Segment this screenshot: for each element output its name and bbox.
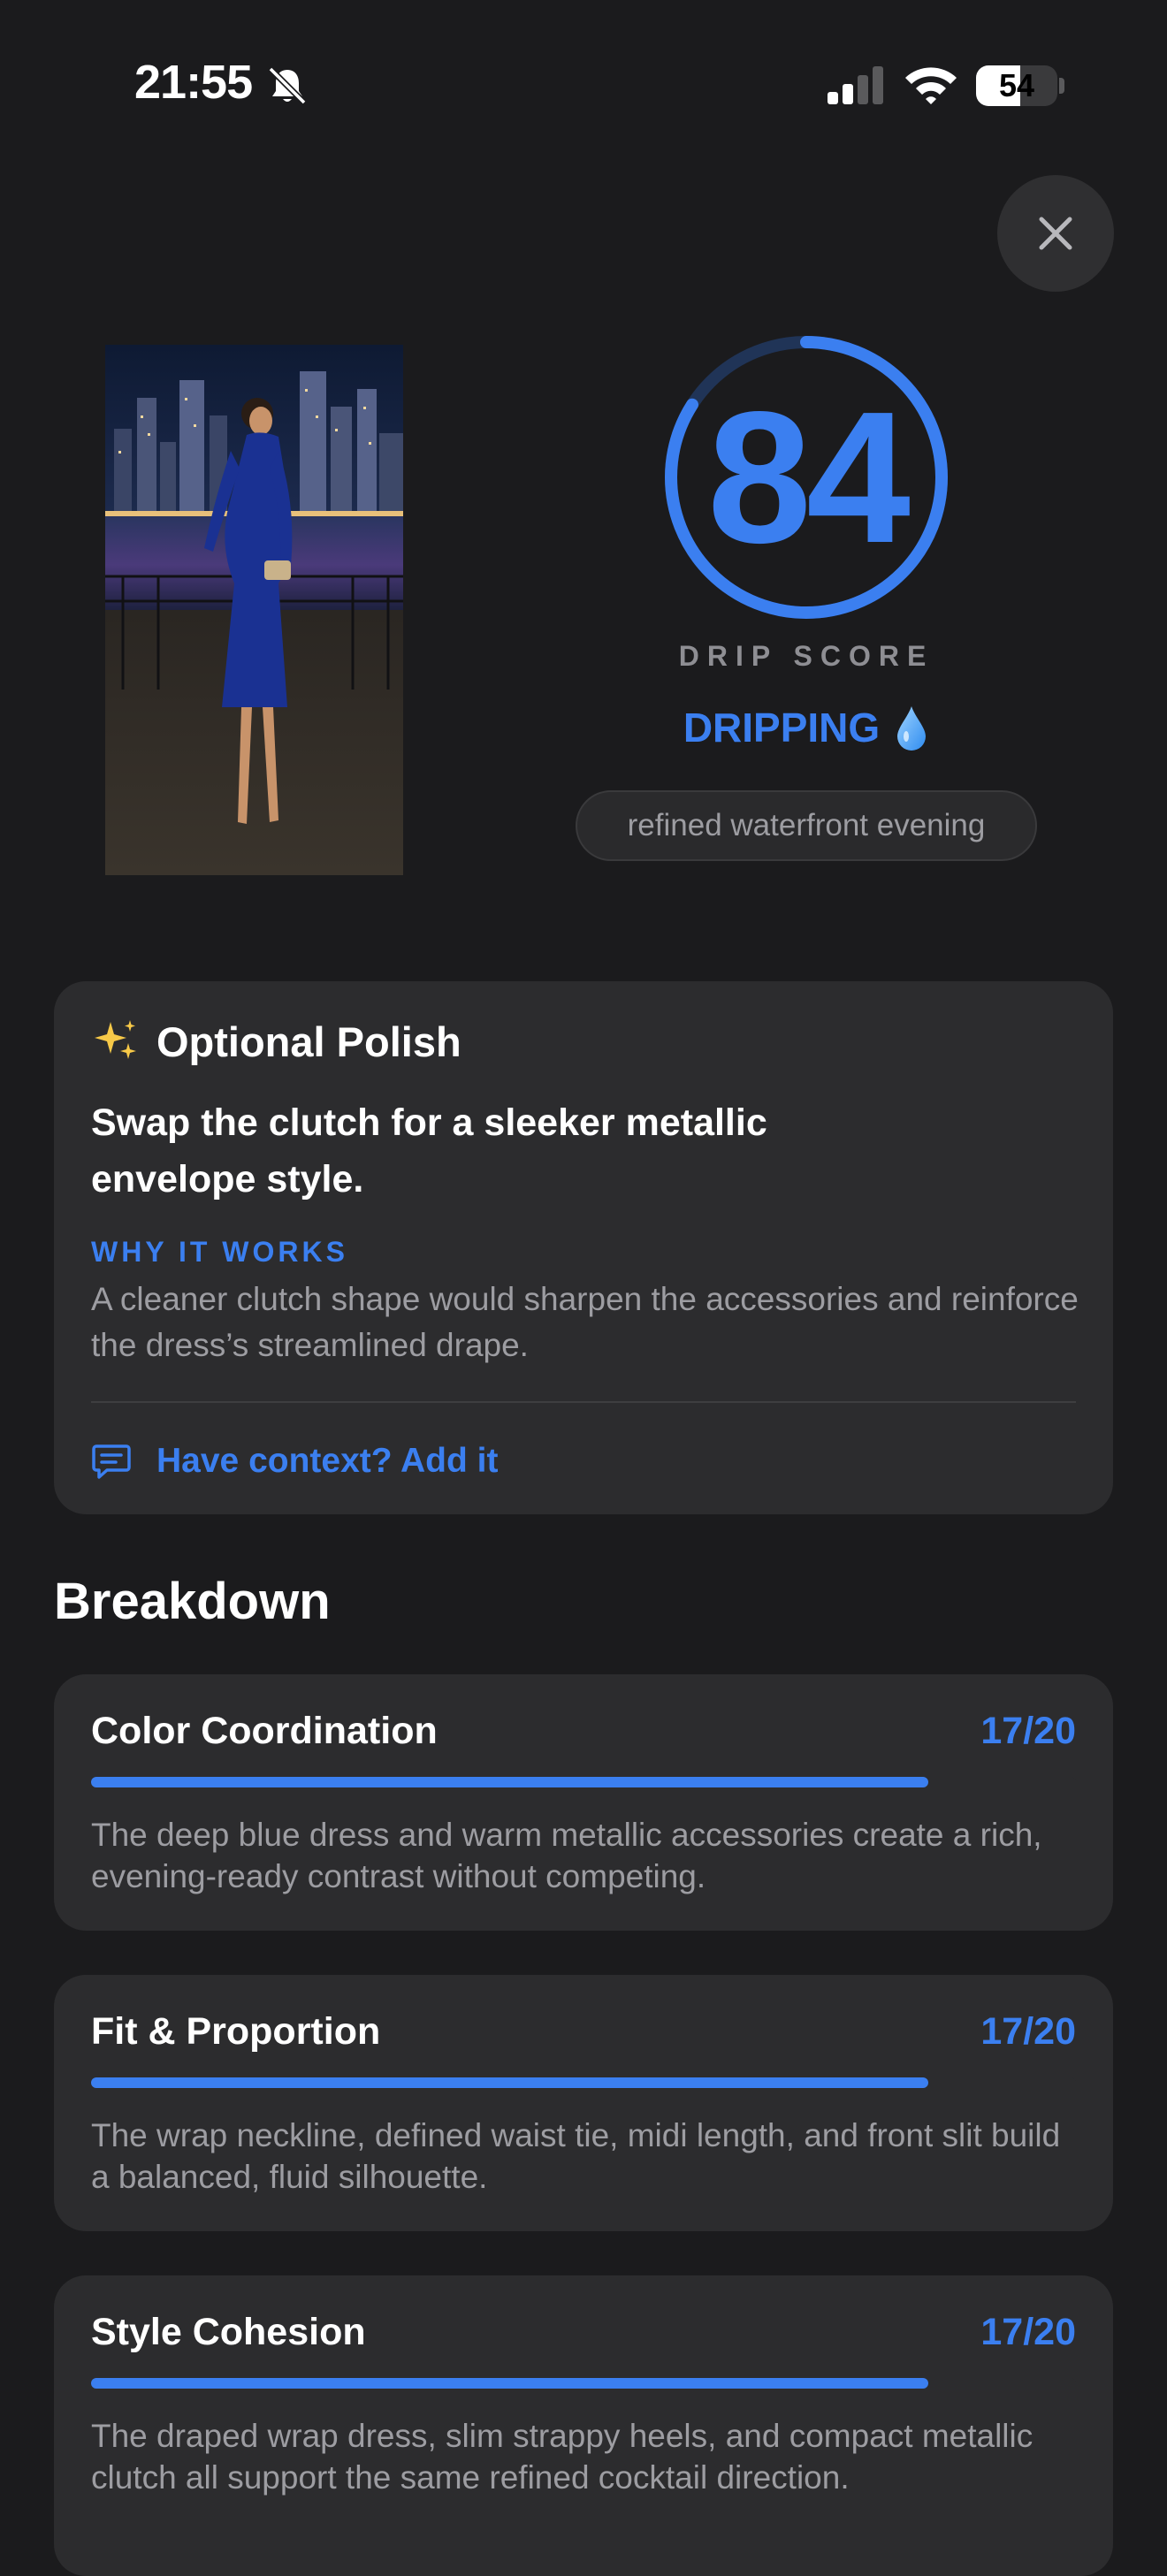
breakdown-card-fit-proportion: Fit & Proportion 17/20 The wrap neckline… [54, 1975, 1113, 2231]
add-context-button[interactable]: Have context? Add it [91, 1441, 498, 1482]
polish-suggestion: Swap the clutch for a sleeker metallic e… [91, 1101, 767, 1200]
status-time: 21:55 [134, 56, 253, 109]
bell-slash-icon [268, 66, 307, 105]
metric-score: 17/20 [980, 2010, 1076, 2053]
why-it-works-text: A cleaner clutch shape would sharpen the… [91, 1281, 1079, 1363]
polish-header: Optional Polish [91, 1017, 461, 1066]
metric-progress-bar [91, 1777, 928, 1787]
metric-description: The draped wrap dress, slim strappy heel… [91, 2418, 1034, 2496]
metric-score: 17/20 [980, 2311, 1076, 2353]
droplet-icon [897, 706, 927, 751]
close-button[interactable] [997, 175, 1114, 292]
metric-progress-track [91, 2378, 1076, 2389]
optional-polish-card: Optional Polish Swap the clutch for a sl… [54, 981, 1113, 1514]
drip-score-value: 84 [707, 372, 911, 582]
metric-description: The deep blue dress and warm metallic ac… [91, 1817, 1042, 1894]
verdict-label: DRIPPING [683, 705, 881, 751]
comment-icon [92, 1444, 131, 1479]
battery-nub [1059, 78, 1064, 94]
metric-progress-bar [91, 2378, 928, 2389]
wifi-icon [905, 67, 957, 104]
outfit-photo [105, 345, 403, 875]
metric-name: Style Cohesion [91, 2311, 366, 2353]
metric-progress-track [91, 1777, 1076, 1787]
battery-indicator: 54 [976, 65, 1057, 106]
polish-title: Optional Polish [156, 1017, 461, 1065]
metric-score: 17/20 [980, 1710, 1076, 1752]
sparkles-icon [95, 1020, 136, 1059]
close-icon [1039, 217, 1072, 250]
cellular-signal-icon [828, 66, 883, 104]
add-context-label: Have context? Add it [156, 1442, 499, 1480]
breakdown-heading: Breakdown [54, 1573, 331, 1630]
breakdown-card-style-cohesion: Style Cohesion 17/20 The draped wrap dre… [54, 2275, 1113, 2576]
metric-description: The wrap neckline, defined waist tie, mi… [91, 2117, 1061, 2195]
drip-score-label: DRIP SCORE [678, 640, 934, 672]
metric-progress-track [91, 2077, 1076, 2088]
metric-name: Color Coordination [91, 1710, 438, 1752]
vibe-tag: refined waterfront evening [576, 790, 1037, 861]
breakdown-card-color-coordination: Color Coordination 17/20 The deep blue d… [54, 1674, 1113, 1931]
status-bar: 21:55 54 [0, 0, 1167, 168]
divider [91, 1401, 1076, 1403]
metric-progress-bar [91, 2077, 928, 2088]
score-verdict: DRIPPING [619, 704, 994, 751]
metric-name: Fit & Proportion [91, 2010, 381, 2053]
battery-level: 54 [998, 67, 1035, 103]
why-it-works-label: WHY IT WORKS [91, 1236, 348, 1268]
